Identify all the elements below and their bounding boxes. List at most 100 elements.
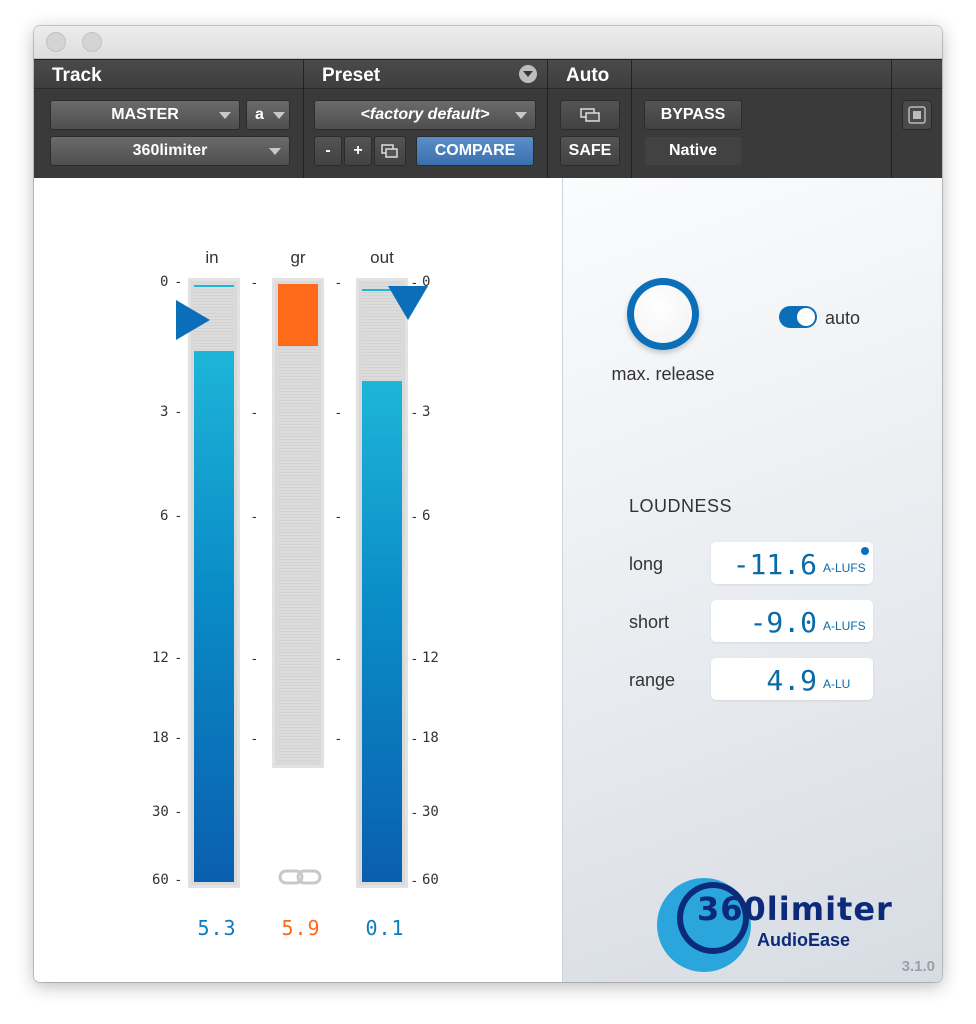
vendor-logo: AudioEase <box>757 930 851 950</box>
host-toolbar: Track MASTER a 360limiter Preset <factor… <box>34 59 942 179</box>
channel-label: a <box>255 106 264 123</box>
track-name: MASTER <box>111 106 179 123</box>
version-label: 3.1.0 <box>901 958 935 975</box>
loudness-short-unit: A-LUFS <box>823 619 866 633</box>
loudness-long-box[interactable]: -11.6 A-LUFS <box>711 542 873 584</box>
scale-left-tick: 18 <box>152 730 169 746</box>
input-meter <box>188 278 240 888</box>
max-release-label: max. release <box>611 364 715 384</box>
plus-label: + <box>353 142 363 159</box>
loudness-long-label: long <box>629 554 664 574</box>
output-meter <box>356 278 408 888</box>
auto-section: Auto SAFE <box>548 60 632 179</box>
chevron-down-icon <box>515 112 527 119</box>
scale-left-tick: 3 <box>160 404 169 420</box>
scale-right-tick: 60 <box>422 872 439 888</box>
loudness-long-unit: A-LUFS <box>823 561 866 575</box>
preset-section: Preset <factory default> - + COMPARE <box>304 60 548 179</box>
loudness-short-box: -9.0 A-LUFS <box>711 600 873 642</box>
link-icon[interactable] <box>278 868 322 886</box>
loudness-range-label: range <box>629 670 676 690</box>
window-options-button[interactable] <box>902 100 932 130</box>
scale-left-tick: 6 <box>160 508 169 524</box>
scale-left-tick: 60 <box>152 872 169 888</box>
safe-button[interactable]: SAFE <box>560 136 620 166</box>
safe-label: SAFE <box>568 142 612 159</box>
preset-minus-button[interactable]: - <box>314 136 342 166</box>
scale-right-tick: 3 <box>422 404 431 420</box>
in-meter-label: in <box>205 248 219 267</box>
window-options-section <box>892 60 942 179</box>
loudness-range-box: 4.9 A-LU <box>711 658 873 700</box>
chevron-down-icon <box>269 148 281 155</box>
preset-section-title: Preset <box>322 65 381 86</box>
output-meter-level <box>362 381 402 882</box>
bypass-button[interactable]: BYPASS <box>644 100 742 130</box>
chevron-down-icon <box>273 112 285 119</box>
scale-left-tick: 12 <box>152 650 169 666</box>
loudness-short-value: -9.0 <box>749 606 817 639</box>
output-peak-readout: 0.1 <box>365 916 405 940</box>
preset-menu-button[interactable] <box>519 65 537 83</box>
scale-right-tick: 0 <box>422 274 431 290</box>
minimize-window-button[interactable] <box>82 32 102 52</box>
channel-selector[interactable]: a <box>246 100 290 130</box>
chevron-down-icon <box>219 112 231 119</box>
control-panel: max. release auto LOUDNESS long -11.6 A-… <box>562 178 942 982</box>
bypass-label: BYPASS <box>660 106 726 123</box>
loudness-short-label: short <box>629 612 670 632</box>
auto-section-title: Auto <box>566 65 610 86</box>
scale-right-tick: 30 <box>422 804 439 820</box>
target-window-icon <box>908 106 926 124</box>
gr-meter-label: gr <box>290 248 306 267</box>
automation-button[interactable] <box>560 100 620 130</box>
plugin-name: 360limiter <box>132 142 208 159</box>
plugin-window: Track MASTER a 360limiter Preset <factor… <box>34 26 942 982</box>
minus-label: - <box>325 142 331 159</box>
input-peak-readout: 5.3 <box>197 916 237 940</box>
track-section-title: Track <box>52 65 102 86</box>
scale-left-tick: 30 <box>152 804 169 820</box>
preset-selector[interactable]: <factory default> <box>314 100 536 130</box>
close-window-button[interactable] <box>46 32 66 52</box>
track-section: Track MASTER a 360limiter <box>34 60 304 179</box>
gain-reduction-level <box>278 284 318 346</box>
plugin-body: in gr out 0 3 6 12 18 30 60 - - - - - - … <box>34 178 942 982</box>
scale-right-tick: 12 <box>422 650 439 666</box>
bypass-section: BYPASS Native <box>632 60 892 179</box>
input-peak-hold <box>194 285 234 287</box>
compare-label: COMPARE <box>434 142 516 159</box>
gain-reduction-meter <box>272 278 324 768</box>
native-label: Native <box>668 142 718 159</box>
loudness-range-unit: A-LU <box>823 677 851 691</box>
max-release-knob[interactable] <box>627 278 699 350</box>
knob-cap <box>634 285 692 343</box>
auto-toggle[interactable] <box>779 306 817 328</box>
loudness-heading: LOUDNESS <box>629 496 733 516</box>
gain-reduction-readout: 5.9 <box>281 916 321 940</box>
loudness-range-value: 4.9 <box>766 664 817 697</box>
plugin-selector[interactable]: 360limiter <box>50 136 290 166</box>
scale-left-tick: 0 <box>160 274 169 290</box>
native-label-box: Native <box>644 136 742 166</box>
scale-right-tick: 6 <box>422 508 431 524</box>
preset-name: <factory default> <box>360 106 490 123</box>
chevron-down-icon <box>523 71 533 77</box>
scale-right-tick: 18 <box>422 730 439 746</box>
toggle-knob <box>797 308 815 326</box>
product-logo: 360limiter <box>697 890 893 928</box>
meter-panel: in gr out 0 3 6 12 18 30 60 - - - - - - … <box>34 178 562 982</box>
loudness-long-value: -11.6 <box>732 548 817 581</box>
measuring-indicator-icon <box>861 547 869 555</box>
preset-copy-button[interactable] <box>374 136 406 166</box>
auto-label: auto <box>825 308 861 328</box>
input-meter-level <box>194 351 234 882</box>
input-gain-handle[interactable] <box>174 298 214 342</box>
title-bar <box>34 26 942 59</box>
automation-icon <box>580 108 600 122</box>
track-selector[interactable]: MASTER <box>50 100 240 130</box>
compare-button[interactable]: COMPARE <box>416 136 534 166</box>
preset-plus-button[interactable]: + <box>344 136 372 166</box>
copy-icon <box>381 144 398 158</box>
out-meter-label: out <box>370 248 394 267</box>
